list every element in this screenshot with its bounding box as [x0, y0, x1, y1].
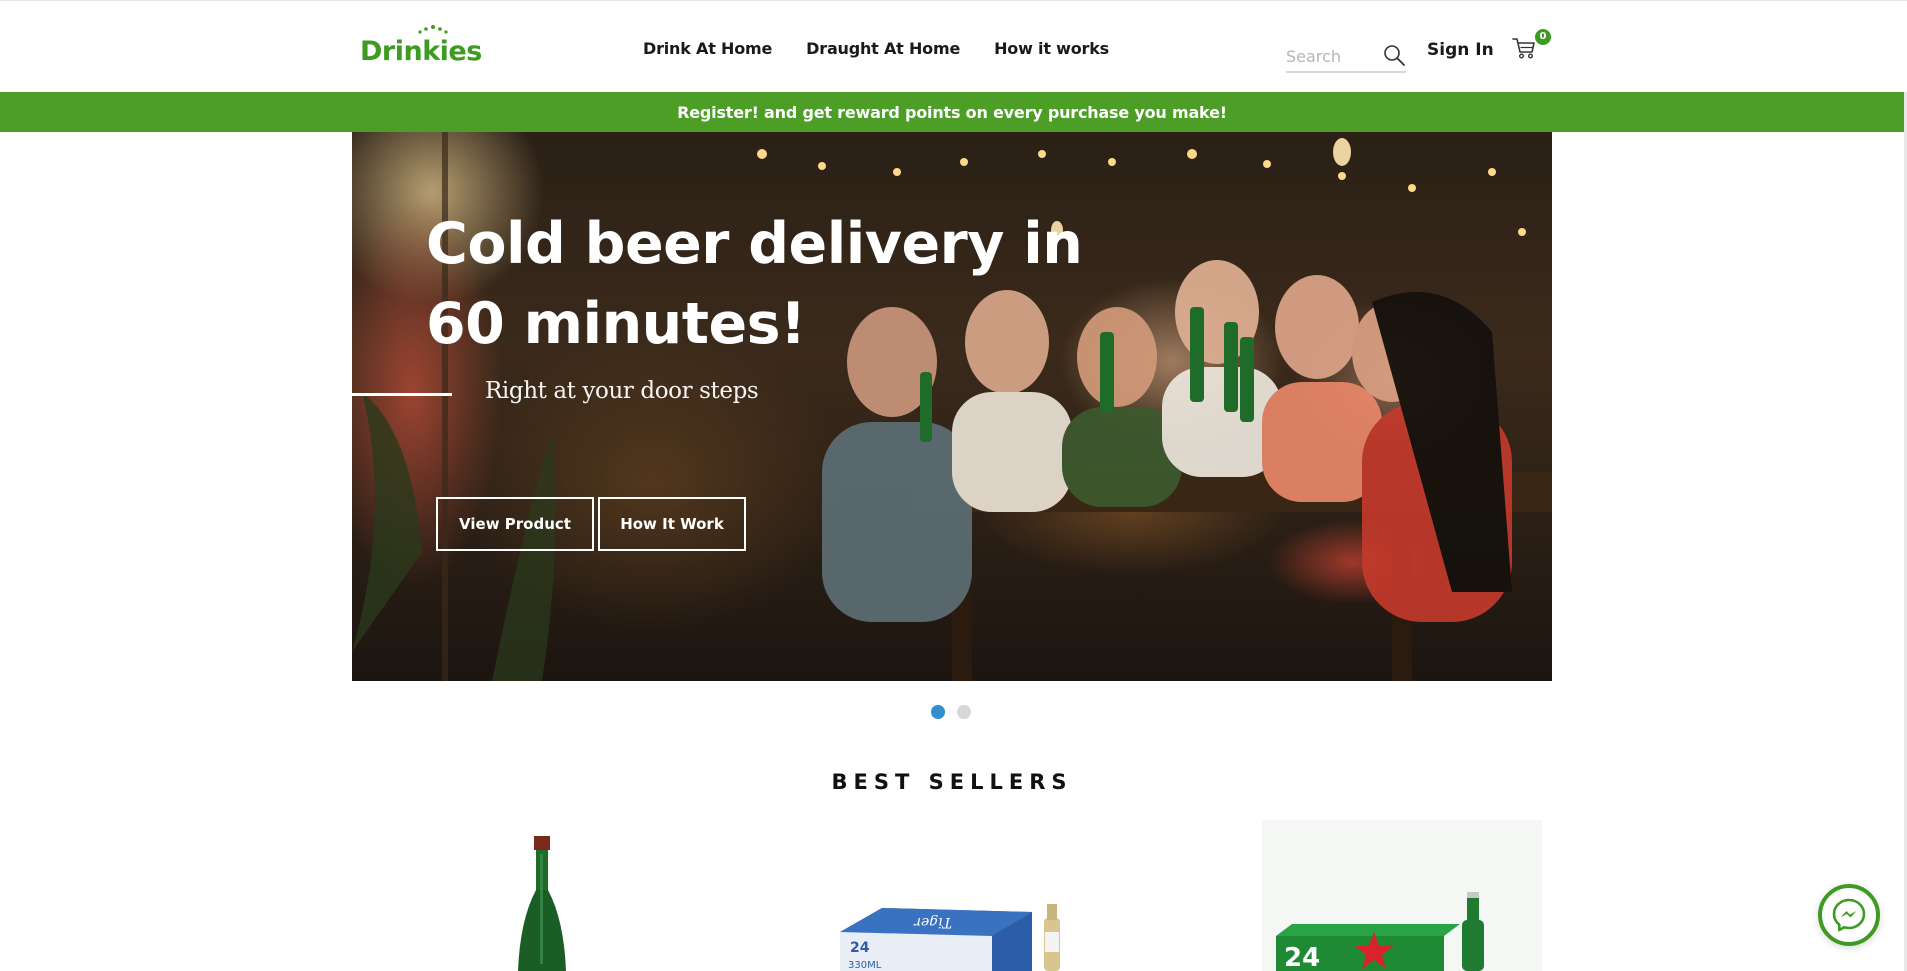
tiger-beer-24-pack-image[interactable]: 24 330ML Tiger [832, 820, 1092, 971]
cart-count-badge: 0 [1535, 29, 1551, 45]
logo-dots-icon [418, 25, 448, 34]
heineken-pack-count: 24 [1284, 943, 1320, 971]
tiger-pack-count: 24 [850, 940, 870, 956]
heineken-24-pack-image[interactable]: 24 [1232, 820, 1552, 971]
view-product-button[interactable]: View Product [436, 497, 594, 551]
promo-banner[interactable]: Register! and get reward points on every… [0, 92, 1904, 132]
nav-drink-at-home[interactable]: Drink At Home [643, 39, 772, 58]
best-sellers-title: BEST SELLERS [831, 770, 1073, 794]
nav-how-it-works[interactable]: How it works [994, 39, 1109, 58]
tiger-pack-brand: Tiger [913, 914, 952, 930]
search-box [1286, 37, 1406, 73]
carousel-dots [931, 705, 971, 719]
site-header: Drinkies Drink At Home Draught At Home H… [0, 0, 1907, 92]
carousel-dot-2[interactable] [957, 705, 971, 719]
tiger-pack-volume: 330ML [848, 960, 882, 971]
search-icon[interactable] [1382, 43, 1406, 67]
page: Drinkies Drink At Home Draught At Home H… [0, 0, 1907, 971]
hero-title-line-1: Cold beer delivery in [426, 211, 1083, 277]
main-nav: Drink At Home Draught At Home How it wor… [643, 39, 1109, 58]
best-sellers-products: 24 330ML Tiger 24 [352, 820, 1552, 971]
hero-title-line-2: 60 minutes! [426, 291, 806, 357]
search-input[interactable] [1286, 37, 1382, 69]
messenger-icon [1832, 898, 1866, 932]
nav-draught-at-home[interactable]: Draught At Home [806, 39, 960, 58]
shopping-cart-icon[interactable] [1511, 35, 1537, 61]
sign-in-link[interactable]: Sign In [1427, 40, 1494, 60]
hero-divider [352, 393, 452, 396]
how-it-work-button[interactable]: How It Work [598, 497, 746, 551]
hero-subtitle: Right at your door steps [485, 378, 759, 404]
hero-title: Cold beer delivery in 60 minutes! [426, 204, 1126, 364]
messenger-chat-button[interactable] [1818, 884, 1880, 946]
carousel-dot-1[interactable] [931, 705, 945, 719]
promo-text: Register! and get reward points on every… [677, 102, 1227, 122]
hero-banner: Cold beer delivery in 60 minutes! Right … [352, 132, 1552, 681]
logo-text: Drinkies [360, 36, 482, 67]
drinkies-logo[interactable]: Drinkies [360, 25, 482, 67]
green-bottle-image[interactable] [432, 820, 652, 971]
